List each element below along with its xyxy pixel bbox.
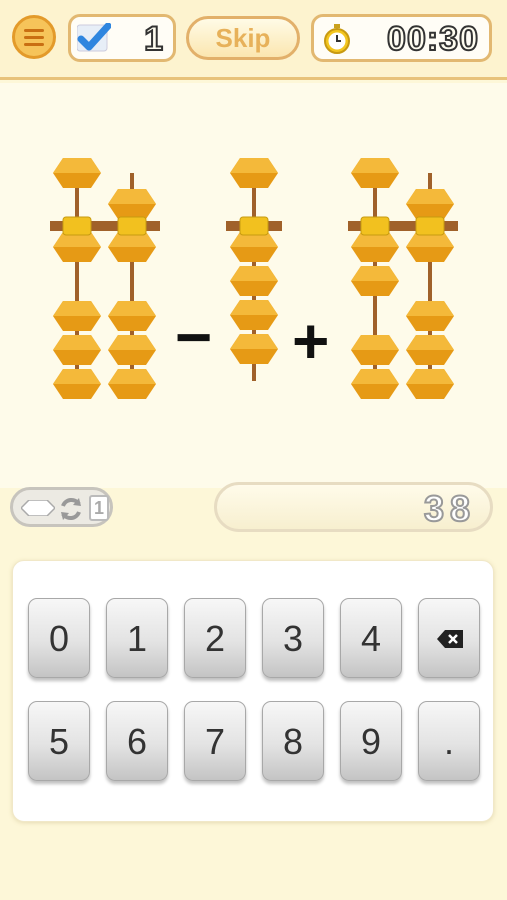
term-1-digit-0-heaven-bead: [230, 158, 278, 188]
answer-field[interactable]: 38: [214, 482, 493, 532]
stopwatch-icon: [324, 24, 350, 54]
term-0-digit-0-earth-bead: [53, 335, 101, 365]
term-0-digit-0-earth-bead: [53, 301, 101, 331]
term-1-digit-0-earth-bead: [230, 300, 278, 330]
menu-button[interactable]: [12, 15, 56, 59]
key-0[interactable]: 0: [28, 598, 90, 678]
backspace-icon: [437, 630, 463, 648]
top-bar: 1 Skip 00:30: [0, 0, 507, 80]
term-0-digit-1-heaven-bead: [108, 189, 156, 219]
score-counter: 1: [68, 14, 176, 62]
term-1-digit-0-marker: [239, 216, 269, 236]
minus-operator: −: [175, 301, 213, 373]
mode-count: 1: [89, 495, 109, 521]
term-2-digit-0-earth-bead: [351, 369, 399, 399]
term-2-digit-1-earth-bead: [406, 232, 454, 262]
key-7[interactable]: 7: [184, 701, 246, 781]
timer: 00:30: [311, 14, 492, 62]
keypad: 0 1 2 3 4 5 6 7 8 9 .: [12, 560, 494, 822]
term-0-digit-1-earth-bead: [108, 335, 156, 365]
timer-value: 00:30: [386, 19, 479, 59]
term-2-digit-1-marker: [415, 216, 445, 236]
term-0-digit-1-earth-bead: [108, 301, 156, 331]
answer-value: 38: [423, 488, 476, 530]
term-2-digit-0-marker: [360, 216, 390, 236]
term-0-digit-1-earth-bead: [108, 369, 156, 399]
term-2-digit-0-heaven-bead: [351, 158, 399, 188]
key-2[interactable]: 2: [184, 598, 246, 678]
term-2-digit-0-earth-bead: [351, 232, 399, 262]
skip-button[interactable]: Skip: [186, 16, 300, 60]
term-2-digit-0-earth-bead: [351, 266, 399, 296]
term-1-digit-0-earth-bead: [230, 232, 278, 262]
key-6[interactable]: 6: [106, 701, 168, 781]
term-2-digit-1-earth-bead: [406, 301, 454, 331]
term-0-digit-1-marker: [117, 216, 147, 236]
cycle-arrows-icon: [61, 498, 81, 520]
key-4[interactable]: 4: [340, 598, 402, 678]
term-0-digit-1-earth-bead: [108, 232, 156, 262]
term-2-digit-1-earth-bead: [406, 335, 454, 365]
term-1-digit-0-earth-bead: [230, 334, 278, 364]
bead-icon: [21, 500, 55, 516]
score-value: 1: [143, 19, 164, 59]
abacus-problem: [50, 158, 458, 399]
term-0-digit-0-earth-bead: [53, 232, 101, 262]
checkmark-icon: [77, 23, 111, 52]
key-decimal[interactable]: .: [418, 701, 480, 781]
problem-area: − +: [0, 83, 507, 488]
term-2-digit-1-earth-bead: [406, 369, 454, 399]
key-3[interactable]: 3: [262, 598, 324, 678]
key-9[interactable]: 9: [340, 701, 402, 781]
term-1-digit-0-earth-bead: [230, 266, 278, 296]
plus-operator: +: [292, 305, 330, 377]
mode-badge[interactable]: 1: [10, 487, 113, 527]
hamburger-menu-icon: [24, 28, 44, 32]
key-5[interactable]: 5: [28, 701, 90, 781]
term-0-digit-0-earth-bead: [53, 369, 101, 399]
term-2-digit-1-heaven-bead: [406, 189, 454, 219]
key-8[interactable]: 8: [262, 701, 324, 781]
key-1[interactable]: 1: [106, 598, 168, 678]
term-0-digit-0-heaven-bead: [53, 158, 101, 188]
term-2-digit-0-earth-bead: [351, 335, 399, 365]
key-backspace[interactable]: [418, 598, 480, 678]
term-0-digit-0-marker: [62, 216, 92, 236]
